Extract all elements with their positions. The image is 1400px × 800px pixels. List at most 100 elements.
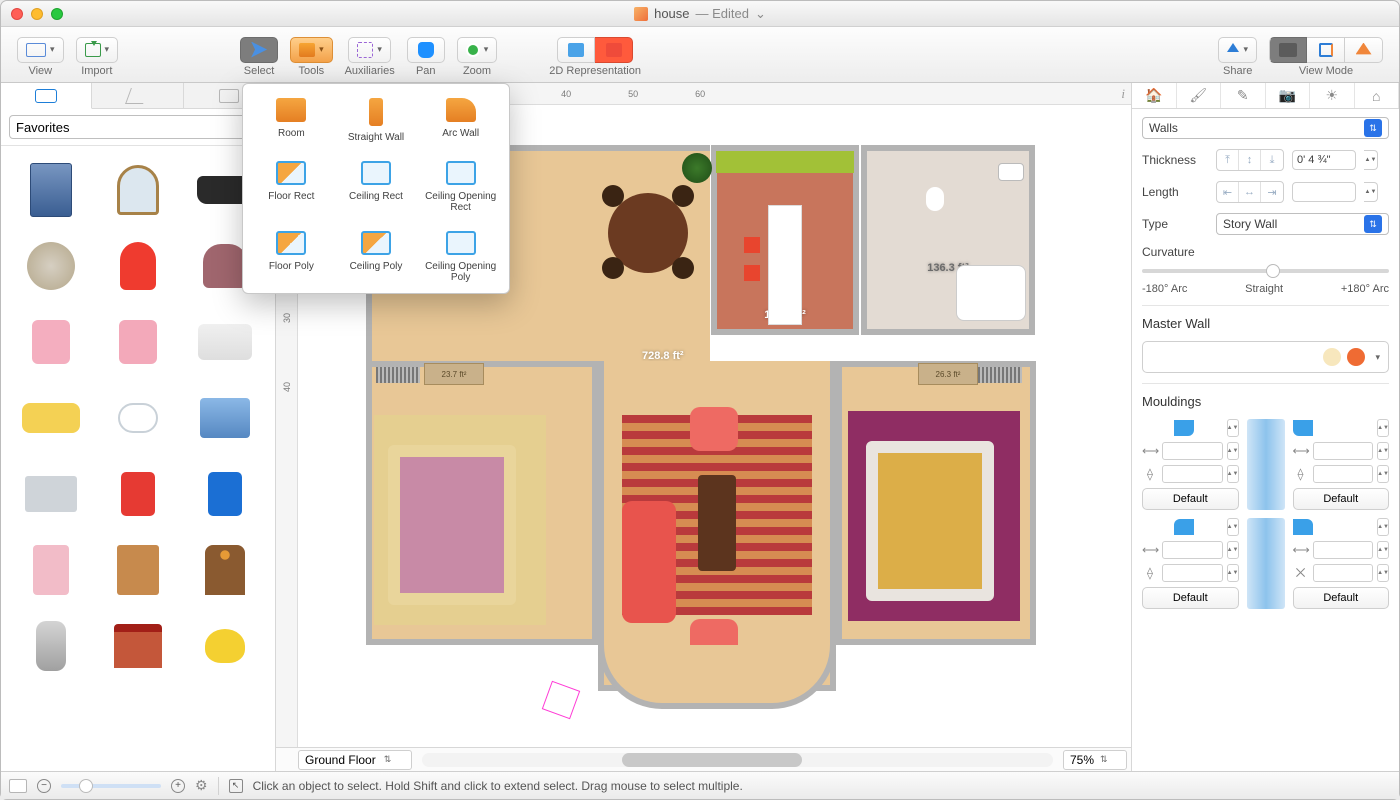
moulding-height-input[interactable] (1313, 465, 1374, 483)
moulding-stepper[interactable]: ▲▼ (1227, 419, 1239, 437)
moulding-stepper[interactable]: ▲▼ (1227, 518, 1239, 536)
moulding-stepper[interactable]: ▲▼ (1227, 564, 1239, 582)
library-tab-furniture[interactable] (1, 83, 92, 109)
dining-chair[interactable] (672, 257, 694, 279)
moulding-stepper[interactable]: ▲▼ (1227, 541, 1239, 559)
moulding-stepper[interactable]: ▲▼ (1377, 541, 1389, 559)
slider-thumb[interactable] (1266, 264, 1280, 278)
moulding-width-input[interactable] (1313, 442, 1374, 460)
camera-marker-icon[interactable] (542, 681, 580, 719)
library-item[interactable] (96, 382, 179, 454)
tool-arc-wall[interactable]: Arc Wall (418, 98, 503, 143)
library-item[interactable] (9, 230, 92, 302)
plant[interactable] (682, 153, 712, 183)
library-item[interactable] (184, 534, 267, 606)
share-button[interactable]: ▾ (1218, 37, 1257, 63)
zoom-button[interactable]: ▾ (457, 37, 498, 63)
zoom-in-icon[interactable]: + (171, 779, 185, 793)
moulding-stepper[interactable]: ▲▼ (1377, 518, 1389, 536)
view-button[interactable]: ▾ (17, 37, 64, 63)
library-item[interactable] (9, 610, 92, 682)
tool-ceiling-opening-rect[interactable]: Ceiling Opening Rect (418, 161, 503, 213)
moulding-height-input[interactable] (1313, 564, 1374, 582)
bay-window[interactable] (598, 645, 836, 709)
library-item[interactable] (9, 306, 92, 378)
inspector-tab-object[interactable]: 🏠 (1132, 83, 1177, 108)
moulding-width-input[interactable] (1313, 541, 1374, 559)
info-icon[interactable]: i (1121, 86, 1125, 102)
moulding-default-button[interactable]: Default (1293, 488, 1390, 510)
length-input[interactable] (1292, 182, 1356, 202)
library-item[interactable] (96, 610, 179, 682)
radiator[interactable] (978, 367, 1022, 383)
zoom-slider[interactable] (61, 784, 161, 788)
tool-floor-poly[interactable]: Floor Poly (249, 231, 334, 283)
master-wall-swatches[interactable]: ▾ (1142, 341, 1389, 373)
curvature-slider[interactable] (1142, 269, 1389, 273)
inspector-tab-building[interactable]: ⌂ (1355, 83, 1400, 108)
bathtub[interactable] (956, 265, 1026, 321)
library-item[interactable] (96, 306, 179, 378)
length-stepper[interactable]: ▲▼ (1364, 182, 1378, 202)
gear-icon[interactable]: ⚙ (195, 777, 208, 794)
moulding-height-input[interactable] (1162, 564, 1223, 582)
library-item[interactable] (9, 534, 92, 606)
tool-floor-rect[interactable]: Floor Rect (249, 161, 334, 213)
tool-ceiling-rect[interactable]: Ceiling Rect (334, 161, 419, 213)
moulding-width-input[interactable] (1162, 442, 1223, 460)
moulding-stepper[interactable]: ▲▼ (1377, 419, 1389, 437)
tool-ceiling-poly[interactable]: Ceiling Poly (334, 231, 419, 283)
sofa[interactable] (622, 501, 676, 623)
moulding-stepper[interactable]: ▲▼ (1377, 465, 1389, 483)
library-item[interactable] (9, 458, 92, 530)
inspector-tab-notes[interactable]: ✎ (1221, 83, 1266, 108)
view-mode-3d[interactable] (1345, 37, 1383, 63)
tools-dropdown-button[interactable]: ▾ (290, 37, 333, 63)
bed-left[interactable] (388, 445, 516, 605)
thickness-align-segment[interactable]: ⤒↕⤓ (1216, 149, 1284, 171)
kitchen-island[interactable] (768, 205, 802, 325)
moulding-height-input[interactable] (1162, 465, 1223, 483)
thickness-input[interactable]: 0' 4 ¾" (1292, 150, 1356, 170)
library-item[interactable] (96, 230, 179, 302)
2d-mode-color[interactable] (595, 37, 633, 63)
import-button[interactable]: ▾ (76, 37, 119, 63)
wall-type-select[interactable]: Story Wall⇅ (1216, 213, 1389, 235)
bed-right[interactable] (866, 441, 994, 601)
document-title[interactable]: house — Edited ⌄ (1, 6, 1399, 22)
dining-chair[interactable] (602, 185, 624, 207)
inspector-tab-light[interactable]: ☀ (1310, 83, 1355, 108)
dining-chair[interactable] (672, 185, 694, 207)
zoom-out-icon[interactable]: − (37, 779, 51, 793)
library-item[interactable] (184, 610, 267, 682)
dining-chair[interactable] (602, 257, 624, 279)
view-mode-2d[interactable] (1269, 37, 1307, 63)
zoom-select[interactable]: 75%⇅ (1063, 750, 1127, 770)
tool-room[interactable]: Room (249, 98, 334, 143)
inspector-tab-materials[interactable]: 🖌 (1177, 83, 1222, 108)
moulding-width-input[interactable] (1162, 541, 1223, 559)
floor-select[interactable]: Ground Floor⇅ (298, 750, 412, 770)
kitchen-cabinet[interactable] (716, 151, 854, 173)
scrollbar-thumb[interactable] (622, 753, 802, 767)
library-item[interactable] (9, 154, 92, 226)
library-item[interactable] (96, 534, 179, 606)
library-item[interactable] (184, 382, 267, 454)
library-item[interactable] (96, 458, 179, 530)
library-item[interactable] (96, 154, 179, 226)
image-overlay-icon[interactable] (9, 779, 27, 793)
horizontal-scrollbar[interactable] (422, 753, 1053, 767)
moulding-stepper[interactable]: ▲▼ (1377, 442, 1389, 460)
closet-2[interactable]: 26.3 ft² (918, 363, 978, 385)
auxiliaries-button[interactable]: ▾ (348, 37, 391, 63)
moulding-stepper[interactable]: ▲▼ (1377, 564, 1389, 582)
inspector-tab-camera[interactable]: 📷 (1266, 83, 1311, 108)
thickness-stepper[interactable]: ▲▼ (1364, 150, 1378, 170)
select-tool-button[interactable] (240, 37, 278, 63)
armchair[interactable] (690, 407, 738, 451)
closet-1[interactable]: 23.7 ft² (424, 363, 484, 385)
toilet[interactable] (926, 187, 944, 211)
moulding-default-button[interactable]: Default (1142, 587, 1239, 609)
moulding-stepper[interactable]: ▲▼ (1227, 465, 1239, 483)
moulding-default-button[interactable]: Default (1142, 488, 1239, 510)
